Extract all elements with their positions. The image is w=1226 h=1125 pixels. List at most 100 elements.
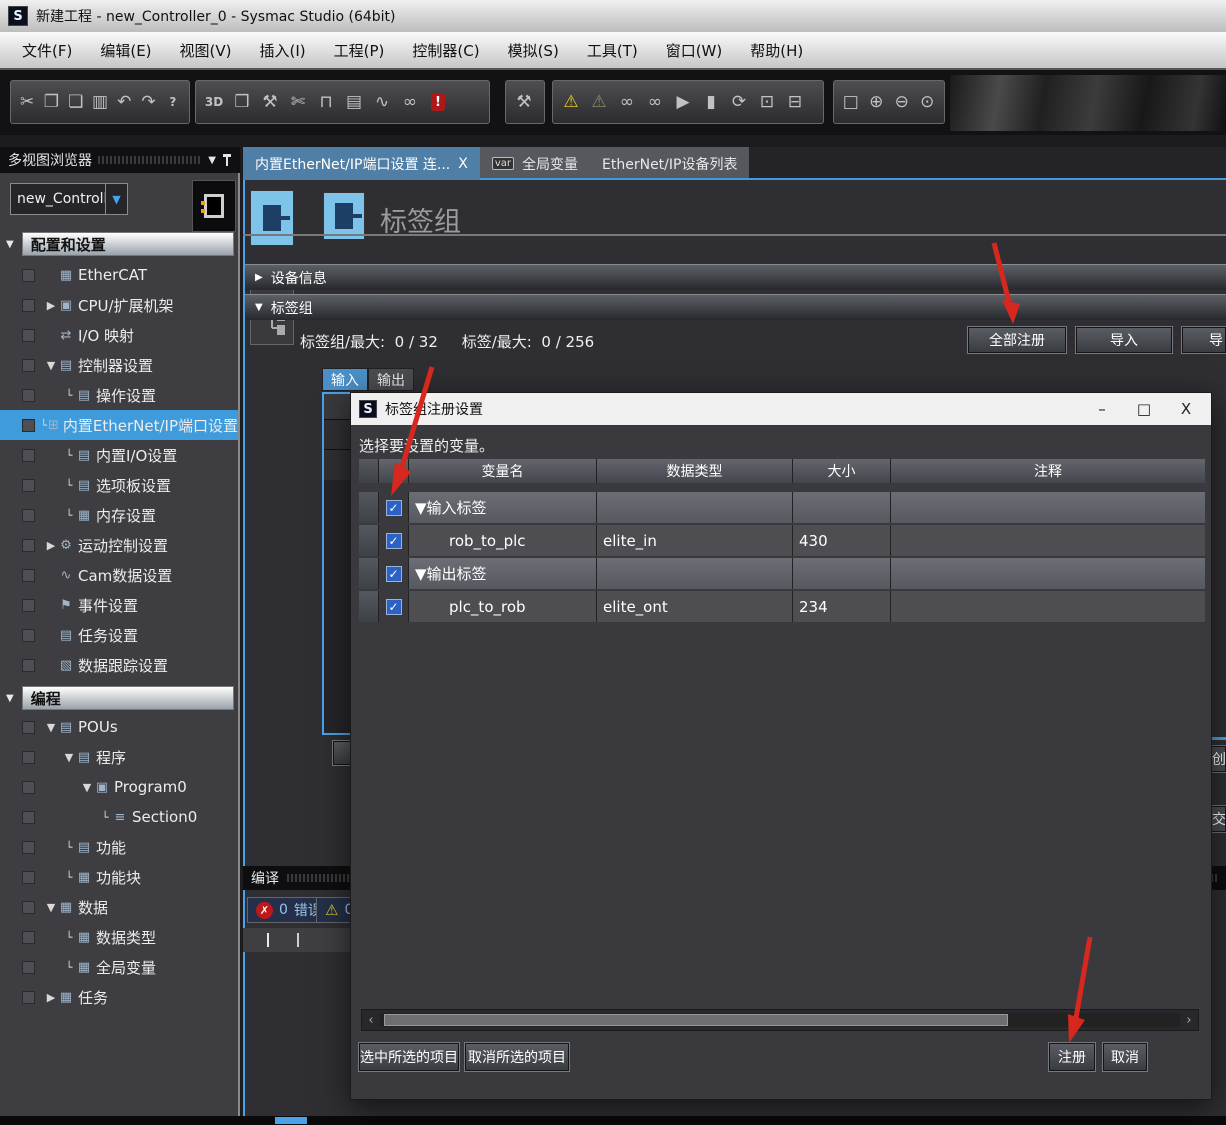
- sidebar-item-function-blocks[interactable]: └▦功能块: [0, 862, 238, 892]
- menu-project[interactable]: 工程(P): [322, 36, 397, 65]
- sidebar-item-functions[interactable]: └▤功能: [0, 832, 238, 862]
- sidebar-item-data[interactable]: ▼▦数据: [0, 892, 238, 922]
- register-all-button[interactable]: 全部注册: [968, 327, 1066, 353]
- controller-selector[interactable]: new_Controller_0 ▼: [10, 183, 128, 215]
- cancel-button[interactable]: 取消: [1103, 1043, 1147, 1071]
- wrench-icon[interactable]: ⚒: [257, 85, 283, 119]
- sidebar-item-data-types[interactable]: └▦数据类型: [0, 922, 238, 952]
- close-icon[interactable]: X: [458, 156, 468, 172]
- sidebar-item-cam-data[interactable]: ∿Cam数据设置: [0, 560, 238, 590]
- minimize-button[interactable]: –: [1085, 400, 1119, 418]
- sidebar-item-operation-settings[interactable]: └▤操作设置: [0, 380, 238, 410]
- tag-group-section[interactable]: ▼ 标签组: [245, 294, 1226, 320]
- sidebar-item-ethercat[interactable]: ▦EtherCAT: [0, 260, 238, 290]
- menu-tools[interactable]: 工具(T): [575, 36, 650, 65]
- alert-icon[interactable]: !: [425, 85, 451, 119]
- sidebar-item-motion-control[interactable]: ▶⚙运动控制设置: [0, 530, 238, 560]
- sync-icon[interactable]: ⟳: [726, 85, 752, 119]
- menu-file[interactable]: 文件(F): [10, 36, 84, 65]
- scissors-icon[interactable]: ✄: [285, 85, 311, 119]
- dialog-title-bar[interactable]: S 标签组注册设置 – □ X: [351, 393, 1211, 425]
- close-button[interactable]: X: [1169, 400, 1203, 418]
- menu-insert[interactable]: 插入(I): [248, 36, 318, 65]
- register-button[interactable]: 注册: [1049, 1043, 1095, 1071]
- menu-simulation[interactable]: 模拟(S): [496, 36, 571, 65]
- sidebar-item-event-settings[interactable]: ⚑事件设置: [0, 590, 238, 620]
- menu-edit[interactable]: 编辑(E): [88, 36, 163, 65]
- window-layout-icon[interactable]: ❒: [229, 85, 255, 119]
- sidebar-item-task-settings[interactable]: ▤任务设置: [0, 620, 238, 650]
- tab-ethernet-ip-device-list[interactable]: EtherNet/IP设备列表: [590, 147, 749, 180]
- zoom-100-icon[interactable]: ⊙: [916, 85, 940, 119]
- pin-icon[interactable]: [222, 154, 232, 166]
- table-row-plc-to-rob[interactable]: ✓ plc_to_rob elite_ont 234: [359, 591, 1205, 622]
- menu-view[interactable]: 视图(V): [168, 36, 244, 65]
- monitor-download-icon[interactable]: ⊡: [754, 85, 780, 119]
- menu-controller[interactable]: 控制器(C): [400, 36, 491, 65]
- run-icon[interactable]: ▶: [670, 85, 696, 119]
- config-section-header[interactable]: ▼ 配置和设置: [6, 232, 234, 256]
- tag-group-view-button[interactable]: [250, 190, 294, 246]
- sidebar-item-pous[interactable]: ▼▤POUs: [0, 712, 238, 742]
- copy-icon[interactable]: ❐: [40, 85, 62, 119]
- waveform-icon[interactable]: ∿: [369, 85, 395, 119]
- programming-section-header[interactable]: ▼ 编程: [6, 686, 234, 710]
- sidebar-item-programs[interactable]: ▼▤程序: [0, 742, 238, 772]
- sidebar-item-builtin-ethernet-ip[interactable]: └⊞内置EtherNet/IP端口设置: [0, 410, 238, 440]
- tab-global-variables[interactable]: var 全局变量: [480, 147, 590, 180]
- sidebar-item-cpu-rack[interactable]: ▶▣CPU/扩展机架: [0, 290, 238, 320]
- sidebar-item-tasks[interactable]: ▶▦任务: [0, 982, 238, 1012]
- export-button-partial[interactable]: 导: [1182, 327, 1226, 353]
- sidebar-item-program0[interactable]: ▼▣Program0: [0, 772, 238, 802]
- redo-icon[interactable]: ↷: [137, 85, 159, 119]
- cut-icon[interactable]: ✂: [16, 85, 38, 119]
- import-button[interactable]: 导入: [1076, 327, 1172, 353]
- sidebar-item-section0[interactable]: └≡Section0: [0, 802, 238, 832]
- maximize-button[interactable]: □: [1127, 400, 1161, 418]
- pause-icon[interactable]: ▮: [698, 85, 724, 119]
- help-icon[interactable]: ?: [162, 85, 184, 119]
- checkbox-checked-icon[interactable]: ✓: [386, 533, 402, 549]
- table-row-rob-to-plc[interactable]: ✓ rob_to_plc elite_in 430: [359, 525, 1205, 556]
- device-info-section[interactable]: ▶ 设备信息: [245, 264, 1226, 290]
- binoculars-icon[interactable]: ∞: [397, 85, 423, 119]
- sidebar-item-data-trace[interactable]: ▧数据跟踪设置: [0, 650, 238, 680]
- edge-partial-button-1[interactable]: 创: [1211, 746, 1226, 772]
- deselect-items-button[interactable]: 取消所选的项目: [465, 1043, 569, 1071]
- chevron-down-icon[interactable]: ▼: [105, 184, 127, 214]
- tab-input[interactable]: 输入: [322, 368, 368, 391]
- zoom-out-icon[interactable]: ⊖: [890, 85, 914, 119]
- horizontal-scrollbar-thumb[interactable]: [275, 1117, 307, 1124]
- table-icon[interactable]: ▤: [341, 85, 367, 119]
- warning-off-icon[interactable]: ⚠: [586, 85, 612, 119]
- sidebar-item-io-map[interactable]: ⇄I/O 映射: [0, 320, 238, 350]
- delete-icon[interactable]: ▥: [89, 85, 111, 119]
- clamp-icon[interactable]: ⊓: [313, 85, 339, 119]
- scroll-right-icon[interactable]: ›: [1180, 1013, 1198, 1028]
- sidebar-item-builtin-io[interactable]: └▤内置I/O设置: [0, 440, 238, 470]
- zoom-in-icon[interactable]: ⊕: [865, 85, 889, 119]
- watch-icon[interactable]: ∞: [614, 85, 640, 119]
- table-row-input-tags[interactable]: ✓ ▼输入标签: [359, 492, 1205, 523]
- paste-icon[interactable]: ❏: [65, 85, 87, 119]
- scrollbar-thumb[interactable]: [384, 1014, 1008, 1026]
- scroll-left-icon[interactable]: ‹: [362, 1013, 380, 1028]
- sidebar-item-option-board[interactable]: └▤选项板设置: [0, 470, 238, 500]
- sidebar-item-memory-settings[interactable]: └▦内存设置: [0, 500, 238, 530]
- edge-partial-button-2[interactable]: 交: [1211, 806, 1226, 832]
- sidebar-item-controller-setup[interactable]: ▼▤控制器设置: [0, 350, 238, 380]
- warning-on-icon[interactable]: ⚠: [558, 85, 584, 119]
- tab-builtin-ethernet-ip[interactable]: 内置EtherNet/IP端口设置 连... X: [243, 147, 480, 180]
- menu-help[interactable]: 帮助(H): [738, 36, 815, 65]
- select-items-button[interactable]: 选中所选的项目: [359, 1043, 459, 1071]
- watch-off-icon[interactable]: ∞: [642, 85, 668, 119]
- checkbox-checked-icon[interactable]: ✓: [386, 599, 402, 615]
- menu-window[interactable]: 窗口(W): [654, 36, 735, 65]
- sidebar-item-global-vars[interactable]: └▦全局变量: [0, 952, 238, 982]
- zoom-fit-icon[interactable]: □: [839, 85, 863, 119]
- monitor-upload-icon[interactable]: ⊟: [782, 85, 808, 119]
- 3d-view-icon[interactable]: 3D: [201, 85, 227, 119]
- table-row-output-tags[interactable]: ✓ ▼输出标签: [359, 558, 1205, 589]
- rebuild-icon[interactable]: ⚒: [511, 85, 537, 119]
- checkbox-checked-icon[interactable]: ✓: [386, 566, 402, 582]
